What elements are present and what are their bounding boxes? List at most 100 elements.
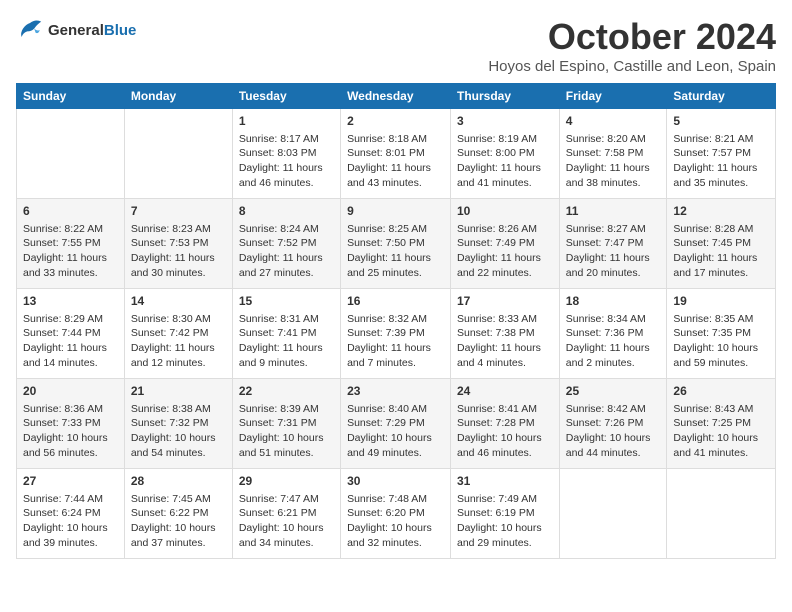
day-number: 27 [23,473,118,490]
day-number: 19 [673,293,769,310]
day-number: 5 [673,113,769,130]
sunrise-info: Sunrise: 8:21 AM [673,132,769,147]
calendar-cell: 25 Sunrise: 8:42 AMSunset: 7:26 PMDayligh… [559,379,667,469]
day-number: 2 [347,113,444,130]
sunset-info: Sunset: 6:24 PM [23,506,118,521]
daylight-hours: Daylight: 11 hours and 30 minutes. [131,251,226,280]
calendar-table: SundayMondayTuesdayWednesdayThursdayFrid… [16,83,776,559]
daylight-hours: Daylight: 11 hours and 2 minutes. [566,341,661,370]
daylight-hours: Daylight: 10 hours and 39 minutes. [23,521,118,550]
logo-text: GeneralBlue [48,22,136,39]
day-number: 20 [23,383,118,400]
day-number: 9 [347,203,444,220]
sunset-info: Sunset: 8:03 PM [239,146,334,161]
sunrise-info: Sunrise: 8:19 AM [457,132,553,147]
calendar-cell: 19Sunrise: 8:35 AMSunset: 7:35 PMDayligh… [667,289,776,379]
day-number: 15 [239,293,334,310]
calendar-cell: 29Sunrise: 7:47 AMSunset: 6:21 PMDayligh… [232,469,340,559]
column-header-sunday: Sunday [17,84,125,109]
day-number: 21 [131,383,226,400]
calendar-cell [17,109,125,199]
daylight-hours: Daylight: 10 hours and 34 minutes. [239,521,334,550]
sunset-info: Sunset: 7:55 PM [23,236,118,251]
daylight-hours: Daylight: 10 hours and 49 minutes. [347,431,444,460]
column-header-saturday: Saturday [667,84,776,109]
day-number: 17 [457,293,553,310]
daylight-hours: Daylight: 11 hours and 22 minutes. [457,251,553,280]
calendar-cell: 17Sunrise: 8:33 AMSunset: 7:38 PMDayligh… [451,289,560,379]
daylight-hours: Daylight: 11 hours and 43 minutes. [347,161,444,190]
calendar-week-row: 13Sunrise: 8:29 AMSunset: 7:44 PMDayligh… [17,289,776,379]
calendar-cell: 16 Sunrise: 8:32 AMSunset: 7:39 PMDayligh… [341,289,451,379]
sunset-info: Sunset: 7:26 PM [566,416,661,431]
calendar-cell: 26Sunrise: 8:43 AMSunset: 7:25 PMDayligh… [667,379,776,469]
daylight-hours: Daylight: 11 hours and 9 minutes. [239,341,334,370]
sunset-info: Sunset: 7:36 PM [566,326,661,341]
daylight-hours: Daylight: 10 hours and 46 minutes. [457,431,553,460]
daylight-hours: Daylight: 11 hours and 12 minutes. [131,341,226,370]
calendar-cell: 1Sunrise: 8:17 AMSunset: 8:03 PMDaylight… [232,109,340,199]
daylight-hours: Daylight: 11 hours and 4 minutes. [457,341,553,370]
sunrise-info: Sunrise: 8:23 AM [131,222,226,237]
sunset-info: Sunset: 7:42 PM [131,326,226,341]
logo-icon [16,16,44,44]
calendar-cell: 11Sunrise: 8:27 AMSunset: 7:47 PMDayligh… [559,199,667,289]
sunset-info: Sunset: 7:49 PM [457,236,553,251]
calendar-week-row: 1Sunrise: 8:17 AMSunset: 8:03 PMDaylight… [17,109,776,199]
daylight-hours: Daylight: 11 hours and 7 minutes. [347,341,444,370]
calendar-cell: 2Sunrise: 8:18 AMSunset: 8:01 PMDaylight… [341,109,451,199]
daylight-hours: Daylight: 10 hours and 44 minutes. [566,431,661,460]
sunset-info: Sunset: 6:20 PM [347,506,444,521]
sunset-info: Sunset: 8:01 PM [347,146,444,161]
daylight-hours: Daylight: 10 hours and 41 minutes. [673,431,769,460]
calendar-cell: 27Sunrise: 7:44 AMSunset: 6:24 PMDayligh… [17,469,125,559]
logo: GeneralBlue [16,16,136,44]
day-number: 31 [457,473,553,490]
calendar-cell [667,469,776,559]
daylight-hours: Daylight: 11 hours and 17 minutes. [673,251,769,280]
sunset-info: Sunset: 7:45 PM [673,236,769,251]
day-number: 25 [566,383,661,400]
sunrise-info: Sunrise: 8:30 AM [131,312,226,327]
sunrise-info: Sunrise: 8:42 AM [566,402,661,417]
daylight-hours: Daylight: 11 hours and 27 minutes. [239,251,334,280]
daylight-hours: Daylight: 10 hours and 51 minutes. [239,431,334,460]
sunrise-info: Sunrise: 8:31 AM [239,312,334,327]
day-number: 7 [131,203,226,220]
column-header-monday: Monday [124,84,232,109]
calendar-cell: 21Sunrise: 8:38 AMSunset: 7:32 PMDayligh… [124,379,232,469]
day-number: 23 [347,383,444,400]
calendar-cell: 8Sunrise: 8:24 AMSunset: 7:52 PMDaylight… [232,199,340,289]
calendar-cell: 23Sunrise: 8:40 AMSunset: 7:29 PMDayligh… [341,379,451,469]
page-header: GeneralBlue October 2024 Hoyos del Espin… [16,16,776,75]
calendar-cell: 22Sunrise: 8:39 AMSunset: 7:31 PMDayligh… [232,379,340,469]
daylight-hours: Daylight: 10 hours and 29 minutes. [457,521,553,550]
sunset-info: Sunset: 7:57 PM [673,146,769,161]
calendar-week-row: 20Sunrise: 8:36 AMSunset: 7:33 PMDayligh… [17,379,776,469]
calendar-cell: 18Sunrise: 8:34 AMSunset: 7:36 PMDayligh… [559,289,667,379]
sunrise-info: Sunrise: 8:29 AM [23,312,118,327]
calendar-cell [124,109,232,199]
day-number: 24 [457,383,553,400]
calendar-week-row: 27Sunrise: 7:44 AMSunset: 6:24 PMDayligh… [17,469,776,559]
calendar-header-row: SundayMondayTuesdayWednesdayThursdayFrid… [17,84,776,109]
sunrise-info: Sunrise: 7:45 AM [131,492,226,507]
column-header-thursday: Thursday [451,84,560,109]
daylight-hours: Daylight: 10 hours and 32 minutes. [347,521,444,550]
day-number: 16 [347,293,444,310]
sunset-info: Sunset: 8:00 PM [457,146,553,161]
day-number: 10 [457,203,553,220]
sunrise-info: Sunrise: 8:32 AM [347,312,444,327]
day-number: 1 [239,113,334,130]
day-number: 26 [673,383,769,400]
daylight-hours: Daylight: 10 hours and 37 minutes. [131,521,226,550]
sunrise-info: Sunrise: 8:35 AM [673,312,769,327]
sunset-info: Sunset: 7:39 PM [347,326,444,341]
calendar-cell: 13Sunrise: 8:29 AMSunset: 7:44 PMDayligh… [17,289,125,379]
sunrise-info: Sunrise: 8:33 AM [457,312,553,327]
day-number: 8 [239,203,334,220]
calendar-cell: 9Sunrise: 8:25 AMSunset: 7:50 PMDaylight… [341,199,451,289]
daylight-hours: Daylight: 11 hours and 35 minutes. [673,161,769,190]
daylight-hours: Daylight: 11 hours and 20 minutes. [566,251,661,280]
sunset-info: Sunset: 7:53 PM [131,236,226,251]
